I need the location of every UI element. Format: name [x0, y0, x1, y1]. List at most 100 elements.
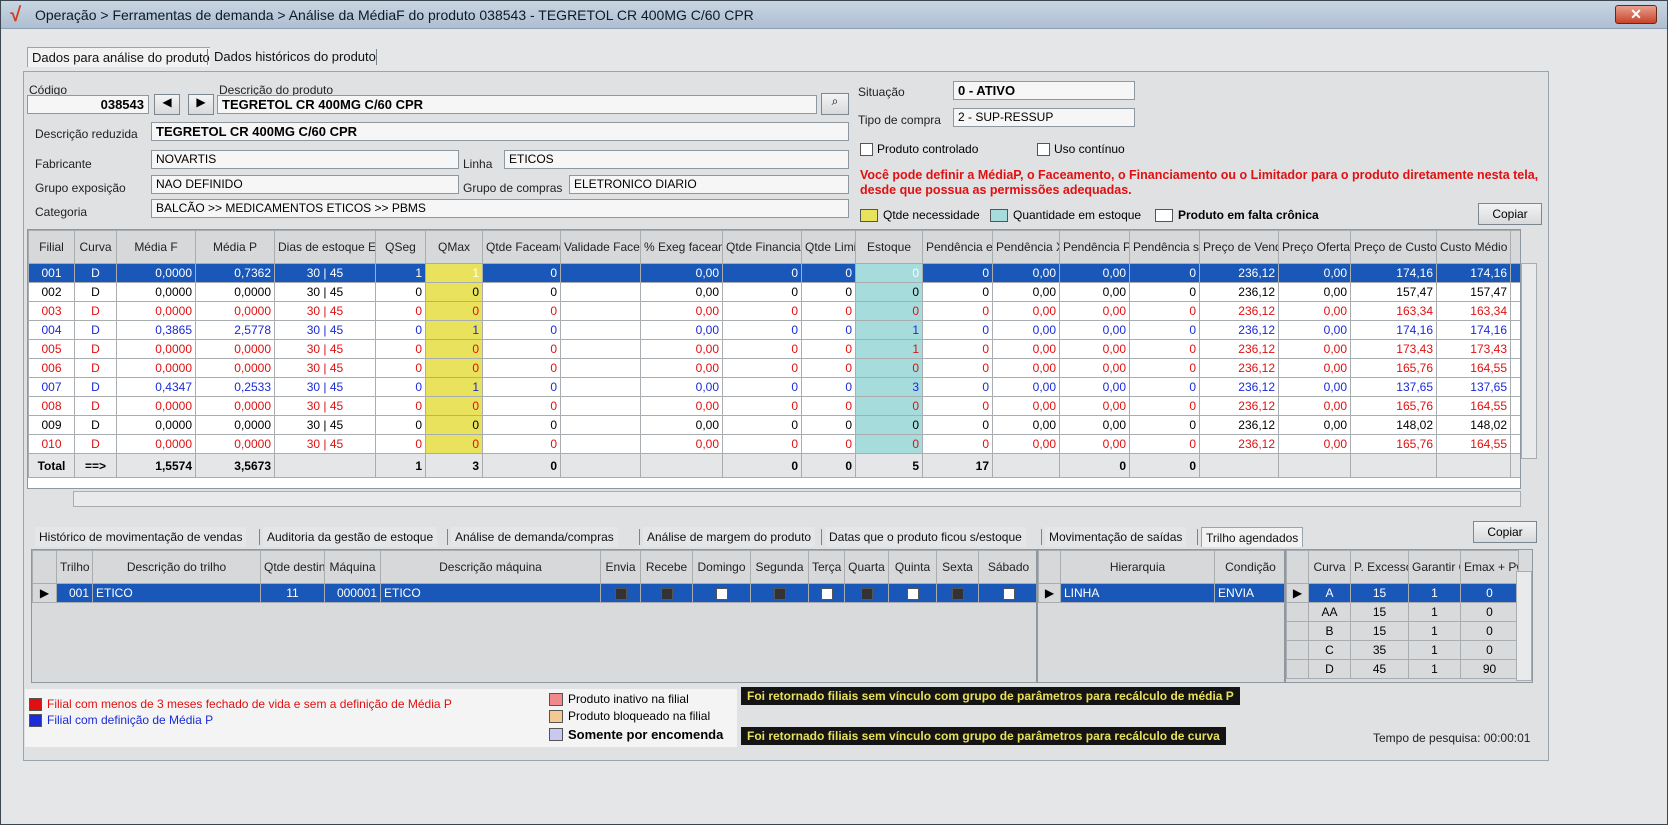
grid-cell[interactable]: 236,12	[1199, 415, 1279, 435]
grid-cell[interactable]: D	[74, 434, 117, 454]
trilho-column-header[interactable]: Quarta	[844, 550, 889, 584]
grid-cell[interactable]: 174,16	[1350, 320, 1437, 340]
grid-cell[interactable]: 0,00	[1059, 339, 1130, 359]
grid-cell[interactable]: 0	[425, 358, 483, 378]
grid-cell[interactable]: 0	[425, 415, 483, 435]
filial-row[interactable]: 005 D 0,0000 0,0000 30 | 45 0 0 0 0,00 0 0 1 0 0,00 0,…	[28, 339, 1520, 359]
grid-cell[interactable]: 0	[922, 320, 993, 340]
fabricante-field[interactable]: NOVARTIS	[151, 150, 459, 169]
grid-cell[interactable]: 30 | 45	[274, 434, 376, 454]
curva-cell[interactable]: 15	[1350, 621, 1409, 641]
grid-cell[interactable]	[560, 396, 641, 416]
column-header[interactable]: Pendência saída	[1129, 230, 1200, 264]
grid-cell[interactable]: 0	[1129, 358, 1200, 378]
grid-cell[interactable]: 0	[801, 358, 856, 378]
grid-cell[interactable]: 0,00	[640, 358, 723, 378]
grid-cell[interactable]: 0,00	[640, 377, 723, 397]
grid-cell[interactable]: 0,00	[640, 396, 723, 416]
grid-cell[interactable]: 0	[801, 377, 856, 397]
grid-cell[interactable]: 30 | 45	[274, 396, 376, 416]
trilho-column-header[interactable]: Terça	[808, 550, 845, 584]
grid-cell[interactable]: 0	[482, 282, 561, 302]
tab-dados-historicos[interactable]: Dados históricos do produto	[210, 47, 380, 67]
grid-cell[interactable]: 0,7362	[195, 263, 275, 283]
grid-cell[interactable]: 0,00	[992, 434, 1060, 454]
grid-cell[interactable]: 001	[28, 263, 75, 283]
close-button[interactable]: ✕	[1615, 5, 1657, 24]
trilho-column-header[interactable]: Qtde destinos	[260, 550, 325, 584]
grid-cell[interactable]	[1510, 301, 1520, 321]
curva-cell[interactable]: 0	[1460, 621, 1519, 641]
grid-cell[interactable]: 3	[855, 377, 923, 397]
column-header[interactable]: Preço de Custo	[1350, 230, 1437, 264]
grid-cell[interactable]: 0	[375, 415, 426, 435]
curva-column-header[interactable]: Garantir Qtde	[1408, 550, 1461, 584]
grid-cell[interactable]: 0,0000	[195, 301, 275, 321]
copiar-button-bottom[interactable]: Copiar	[1473, 521, 1537, 543]
grid-cell[interactable]: 0,00	[1059, 301, 1130, 321]
bottom-tab[interactable]: Análise de margem do produto	[643, 527, 816, 547]
grid-cell[interactable]: 0,0000	[116, 282, 196, 302]
bottom-tab[interactable]: Movimentação de saídas	[1045, 527, 1187, 547]
grid-cell[interactable]: 148,02	[1350, 415, 1437, 435]
grid-cell[interactable]: 0	[482, 377, 561, 397]
column-header[interactable]: Preço Oferta	[1278, 230, 1351, 264]
trilho-column-header[interactable]: Recebe	[640, 550, 693, 584]
grid-cell[interactable]: 0	[801, 396, 856, 416]
grid-cell[interactable]: 0	[375, 320, 426, 340]
grid-cell[interactable]: 0	[1129, 339, 1200, 359]
grid-cell[interactable]: 0,0000	[195, 415, 275, 435]
grid-cell[interactable]: 236,12	[1199, 434, 1279, 454]
horizontal-scrollbar[interactable]	[73, 491, 1521, 507]
grid-cell[interactable]: 0	[1129, 282, 1200, 302]
grid-cell[interactable]: 148,02	[1436, 415, 1511, 435]
grid-cell[interactable]: 164,55	[1436, 358, 1511, 378]
curva-cell[interactable]: 0	[1460, 602, 1519, 622]
grid-cell[interactable]: 0,00	[992, 339, 1060, 359]
grid-cell[interactable]	[560, 263, 641, 283]
grid-cell[interactable]: 0,00	[1278, 263, 1351, 283]
grid-cell[interactable]: 0	[922, 434, 993, 454]
search-product-button[interactable]: ⌕	[821, 93, 849, 115]
grid-cell[interactable]: 236,12	[1199, 320, 1279, 340]
curva-row[interactable]: ▶ A 15 1 0	[1286, 583, 1519, 603]
filial-row[interactable]: 010 D 0,0000 0,0000 30 | 45 0 0 0 0,00 0 0 0 0 0,00 0,…	[28, 434, 1520, 454]
filial-row[interactable]: 009 D 0,0000 0,0000 30 | 45 0 0 0 0,00 0 0 0 0 0,00 0,…	[28, 415, 1520, 435]
desc-reduzida-field[interactable]: TEGRETOL CR 400MG C/60 CPR	[151, 122, 849, 141]
grid-cell[interactable]: 0	[425, 282, 483, 302]
grid-cell[interactable]: 165,76	[1350, 396, 1437, 416]
curva-cell[interactable]: 1	[1408, 640, 1461, 660]
grid-cell[interactable]: 0	[722, 263, 802, 283]
grid-cell[interactable]: 137,65	[1436, 377, 1511, 397]
grid-cell[interactable]: 0,00	[1278, 415, 1351, 435]
grid-cell[interactable]: 1	[375, 263, 426, 283]
grid-cell[interactable]: 0,0000	[116, 301, 196, 321]
grid-cell[interactable]: 0	[722, 377, 802, 397]
grid-cell[interactable]: 0	[801, 434, 856, 454]
trilho-cell[interactable]: 000001	[324, 583, 381, 603]
filial-row[interactable]: 004 D 0,3865 2,5778 30 | 45 0 1 0 0,00 0 0 1 0 0,00 0,…	[28, 320, 1520, 340]
categoria-field[interactable]: BALCÃO >> MEDICAMENTOS ETICOS >> PBMS	[151, 199, 849, 218]
situacao-field[interactable]: 0 - ATIVO	[953, 81, 1135, 100]
grid-cell[interactable]: 0	[1129, 415, 1200, 435]
hierarquia-column-header[interactable]: Condição	[1214, 550, 1284, 584]
grid-cell[interactable]: 0,00	[992, 263, 1060, 283]
grid-cell[interactable]: 0	[801, 339, 856, 359]
grid-cell[interactable]: 236,12	[1199, 339, 1279, 359]
grid-cell[interactable]: 0	[425, 301, 483, 321]
grid-cell[interactable]: 1	[425, 377, 483, 397]
column-header[interactable]: Média P	[195, 230, 275, 264]
trilho-cell[interactable]: 11	[260, 583, 325, 603]
grid-cell[interactable]: 0,00	[1059, 377, 1130, 397]
grid-cell[interactable]: 0,0000	[195, 396, 275, 416]
day-checkbox[interactable]	[808, 583, 845, 603]
grid-cell[interactable]: 0	[375, 301, 426, 321]
curva-cell[interactable]: B	[1308, 621, 1351, 641]
grid-cell[interactable]: 0,0000	[116, 339, 196, 359]
curva-cell[interactable]: 0	[1460, 640, 1519, 660]
grid-cell[interactable]: 0,00	[992, 377, 1060, 397]
grid-cell[interactable]: 0	[375, 358, 426, 378]
grid-cell[interactable]: 0	[922, 358, 993, 378]
grid-cell[interactable]: 0	[1129, 320, 1200, 340]
grid-cell[interactable]	[560, 377, 641, 397]
